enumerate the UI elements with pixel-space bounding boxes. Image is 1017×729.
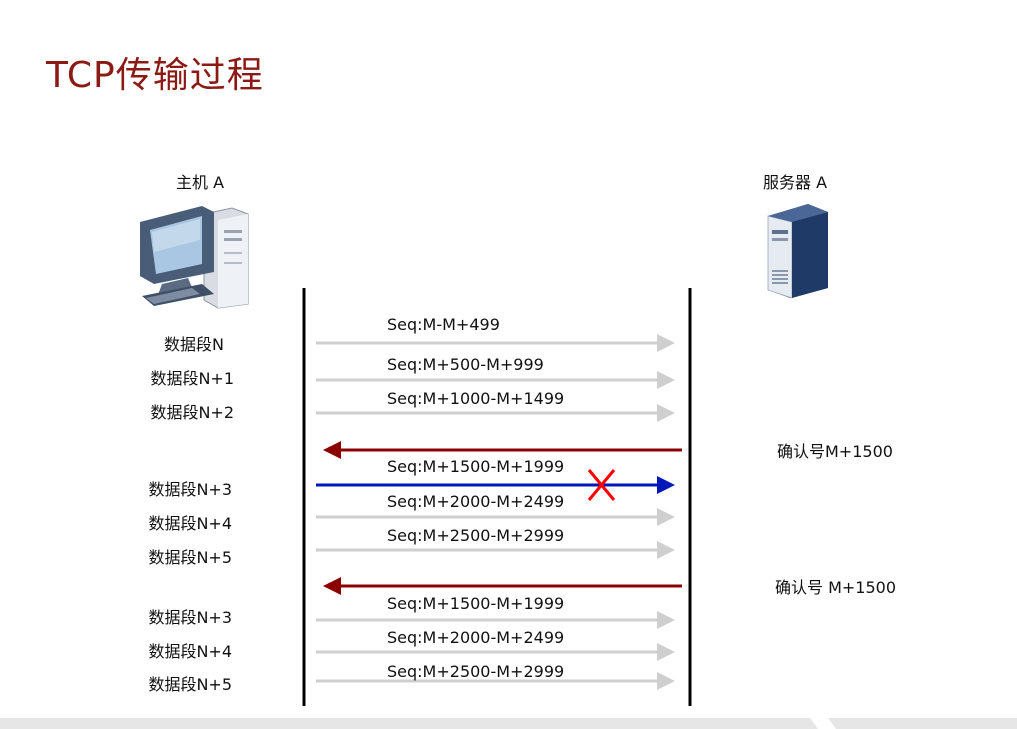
seq-label: Seq:M+1000-M+1499 (387, 389, 565, 408)
seq-label: Seq:M-M+499 (387, 315, 500, 334)
footer-band (0, 718, 818, 729)
seq-label: Seq:M+2000-M+2499 (387, 492, 565, 511)
footer-band-right (828, 718, 1017, 729)
seq-label: Seq:M+1500-M+1999 (387, 594, 565, 613)
segment-label: 数据段N+4 (148, 514, 232, 533)
ack-label: 确认号 M+1500 (775, 578, 897, 597)
segment-label: 数据段N+2 (150, 403, 234, 422)
seq-label: Seq:M+2000-M+2499 (387, 628, 565, 647)
segment-label: 数据段N+1 (150, 369, 234, 388)
segment-label: 数据段N+5 (148, 548, 232, 567)
segment-label: 数据段N+5 (148, 675, 232, 694)
segment-label: 数据段N+3 (148, 480, 232, 499)
seq-label: Seq:M+1500-M+1999 (387, 457, 565, 476)
seq-label: Seq:M+500-M+999 (387, 355, 544, 374)
segment-label: 数据段N+3 (148, 608, 232, 627)
slide: TCP传输过程 主机 A 服务器 A 数据段N 数据段N+1 数据段N+2 数据… (0, 0, 1017, 729)
segment-label: 数据段N+4 (148, 642, 232, 661)
segment-label: 数据段N (164, 335, 224, 354)
ack-label: 确认号M+1500 (777, 442, 893, 461)
seq-label: Seq:M+2500-M+2999 (387, 526, 565, 545)
seq-label: Seq:M+2500-M+2999 (387, 662, 565, 681)
